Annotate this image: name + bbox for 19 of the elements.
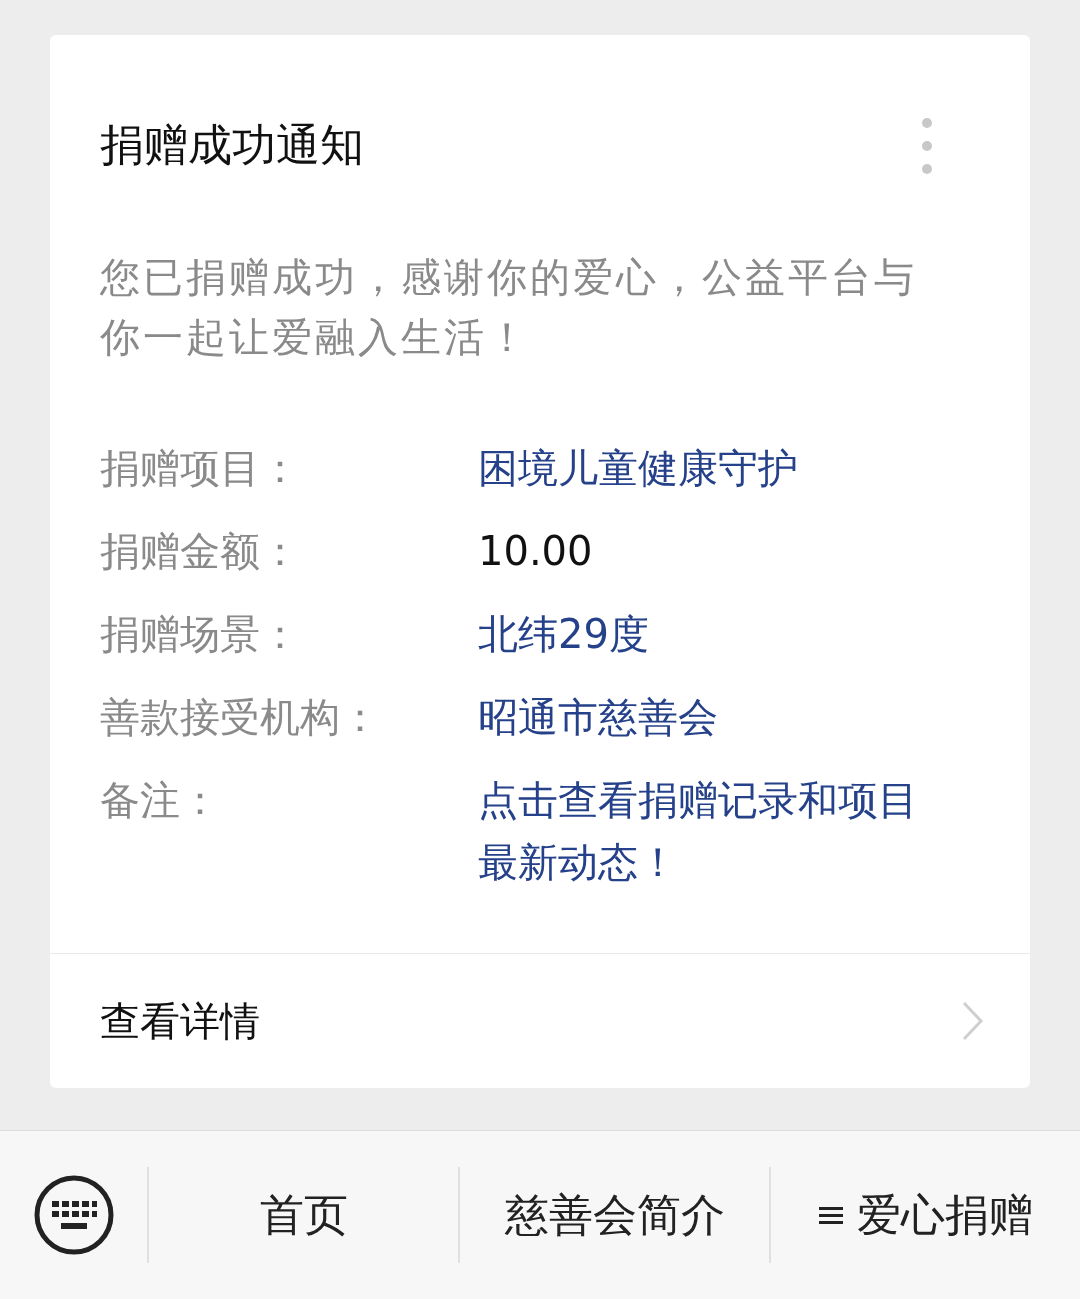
view-details-link[interactable]: 查看详情: [100, 991, 260, 1051]
field-link[interactable]: 北纬29度: [478, 603, 649, 665]
field-label: 捐赠金额：: [100, 527, 301, 576]
menu-button[interactable]: 首页: [147, 1167, 458, 1263]
field-link[interactable]: 昭通市慈善会: [478, 686, 718, 748]
menu-button[interactable]: 慈善会简介: [458, 1167, 769, 1263]
field-label: 捐赠场景：: [100, 610, 301, 659]
field-label: 捐赠项目：: [100, 444, 301, 493]
field-label: 善款接受机构：: [100, 693, 381, 742]
chevron-icon: [961, 1000, 985, 1042]
field-label: 备注：: [100, 776, 221, 825]
card-title: 捐赠成功通知: [100, 123, 364, 167]
field-link[interactable]: 困境儿童健康守护: [478, 437, 798, 499]
field-link[interactable]: 点击查看捐赠记录和项目最新动态！: [478, 769, 948, 893]
menu-button[interactable]: 爱心捐赠: [769, 1167, 1080, 1263]
menu-icon: [818, 1204, 843, 1226]
keyboard-icon[interactable]: [32, 1174, 115, 1256]
field-value: 10.00: [478, 527, 593, 576]
message-text: 您已捐赠成功，感谢你的爱心，公益平台与你一起让爱融入生活！: [100, 253, 918, 362]
